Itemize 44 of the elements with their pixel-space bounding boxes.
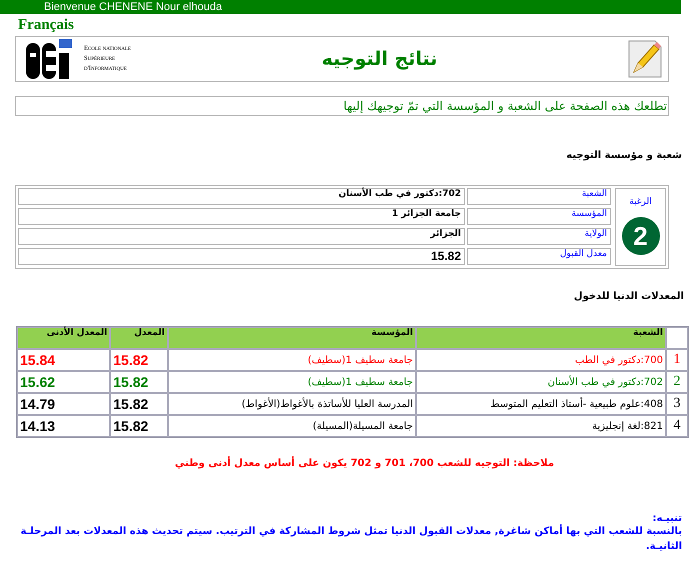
column-header: الشعبة — [416, 327, 666, 349]
field-value: 15.82 — [18, 248, 465, 265]
institution-cell: المدرسة العليا للأساتذة بالأغواط(الأغواط) — [168, 393, 416, 415]
minimum-cell: 15.84 — [17, 349, 110, 371]
section-heading: المعدلات الدنيا للدخول — [572, 291, 684, 302]
field-value: جامعة الجزائر 1 — [18, 208, 465, 225]
track-cell: 700:دكتور في الطب — [416, 349, 666, 371]
minimum-cell: 14.13 — [17, 415, 110, 437]
welcome-text: Bienvenue CHENENE Nour elhouda — [44, 0, 222, 14]
note-text: ملاحظة: التوجيه للشعب 700، 701 و 702 يكون على أساس معدل أدنى وطني — [174, 458, 556, 469]
language-link[interactable]: Français — [18, 17, 74, 34]
column-header: المعدل الأدنى — [17, 327, 110, 349]
average-cell: 15.82 — [110, 415, 168, 437]
column-header: المعدل — [110, 327, 168, 349]
track-cell: 408:علوم طبيعية -أستاذ التعليم المتوسط — [416, 393, 666, 415]
column-header: المؤسسة — [168, 327, 416, 349]
choice-number-badge: 2 — [622, 217, 660, 255]
rank-cell: 3 — [666, 393, 688, 415]
minimum-cell: 15.62 — [17, 371, 110, 393]
average-cell: 15.82 — [110, 393, 168, 415]
field-label: المؤسسة — [467, 208, 611, 225]
field-label: الولاية — [467, 228, 611, 245]
institution-cell: جامعة المسيلة(المسيلة) — [168, 415, 416, 437]
field-label: معدل القبول — [467, 248, 611, 265]
average-cell: 15.82 — [110, 371, 168, 393]
track-cell: 821:لغة إنجليزية — [416, 415, 666, 437]
average-cell: 15.82 — [110, 349, 168, 371]
intro-text: تطلعك هذه الصفحة على الشعبة و المؤسسة التي تمّ توجيهك إليها — [15, 96, 669, 116]
field-label: الشعبة — [467, 188, 611, 205]
minimum-cell: 14.79 — [17, 393, 110, 415]
warning-title: تنبيـه: — [652, 513, 682, 524]
pencil-note-icon — [628, 40, 662, 78]
field-value: الجزائر — [18, 228, 465, 245]
rank-cell: 4 — [666, 415, 688, 437]
choice-label: الرغبة — [629, 197, 652, 207]
rank-cell: 2 — [666, 371, 688, 393]
track-cell: 702:دكتور في طب الأسنان — [416, 371, 666, 393]
institution-cell: جامعة سطيف 1(سطيف) — [168, 371, 416, 393]
page-title: نتائج التوجيه — [322, 48, 438, 70]
institution-cell: جامعة سطيف 1(سطيف) — [168, 349, 416, 371]
rank-cell: 1 — [666, 349, 688, 371]
warning-text: بالنسبة للشعب التي بها أماكن شاغرة, معدلات القبول الدنيا تمثل شروط المشاركة في الترتيب. سيتم تحديث هذه المعدلات بعد المرحلـة الثانيـة. — [20, 524, 682, 554]
field-value: 702:دكتور في طب الأسنان — [18, 188, 465, 205]
section-heading: شعبة و مؤسسة التوجيه — [565, 150, 682, 161]
